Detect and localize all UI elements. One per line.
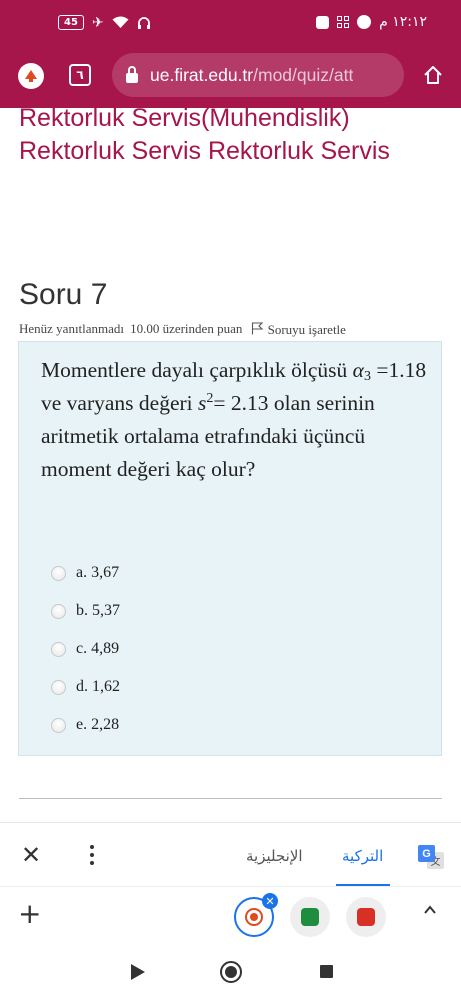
up-arrow-icon[interactable] xyxy=(422,64,444,86)
app-shortcut-icon-1 xyxy=(247,910,261,924)
category-link-2[interactable]: Rektorluk Servis Rektorluk Servis xyxy=(19,137,390,166)
alpha-symbol: α xyxy=(352,358,364,382)
question-meta: Henüz yanıtlanmadı 10.00 üzerinden puan … xyxy=(19,321,346,338)
answer-option-e[interactable]: e. 2,28 xyxy=(51,706,120,744)
question-status: Henüz yanıtlanmadı xyxy=(19,321,125,336)
google-translate-icon[interactable]: 文 G xyxy=(418,845,444,869)
system-nav-bar xyxy=(0,946,461,1000)
headphones-icon xyxy=(137,16,150,29)
status-bar: 45 ✈ ١٢:١٢ م xyxy=(0,0,461,46)
lock-icon xyxy=(126,65,138,83)
question-points: 10.00 üzerinden puan xyxy=(130,321,243,336)
more-icon[interactable] xyxy=(90,845,94,869)
chevron-up-icon[interactable] xyxy=(423,903,437,917)
answer-label-a[interactable]: a. 3,67 xyxy=(76,564,119,582)
answer-radio-d[interactable] xyxy=(51,679,66,695)
app-shortcut-active[interactable]: ✕ xyxy=(234,893,278,937)
answer-list: a. 3,67 b. 5,37 c. 4,89 d. 1,62 e. 2,28 xyxy=(51,554,120,744)
wifi-icon xyxy=(112,16,129,28)
address-bar[interactable]: ue.firat.edu.tr/mod/quiz/att xyxy=(112,53,404,97)
answer-label-c[interactable]: c. 4,89 xyxy=(76,640,119,658)
url-host: ue.firat.edu.tr xyxy=(150,64,254,85)
alpha-subscript: 3 xyxy=(363,369,371,384)
browser-toolbar: ٦ ue.firat.edu.tr/mod/quiz/att xyxy=(0,46,461,108)
status-right-icons: ١٢:١٢ م xyxy=(316,14,427,30)
question-text: Momentlere dayalı çarpıklık ölçüsü α3 =1… xyxy=(41,354,431,486)
answer-radio-e[interactable] xyxy=(51,717,66,733)
battery-icon: 45 xyxy=(58,15,84,30)
question-text-part1: Momentlere dayalı çarpıklık ölçüsü xyxy=(41,358,348,382)
answer-radio-a[interactable] xyxy=(51,565,66,581)
lang-option-english[interactable]: الإنجليزية xyxy=(246,847,303,865)
close-badge-icon[interactable]: ✕ xyxy=(262,893,278,909)
answer-option-d[interactable]: d. 1,62 xyxy=(51,668,120,706)
recents-icon[interactable] xyxy=(320,965,333,978)
home-icon[interactable] xyxy=(18,63,44,89)
browser-top-chrome: 45 ✈ ١٢:١٢ م ٦ ue.firat.edu.tr/mod/quiz/… xyxy=(0,0,461,108)
translate-bar: ✕ الإنجليزية التركية 文 G xyxy=(0,822,461,887)
page-content: Rektorluk Servis(Muhendislik) Rektorluk … xyxy=(0,108,461,822)
question-title: Soru 7 xyxy=(19,278,108,311)
qr-icon xyxy=(337,16,350,28)
tab-switcher-button[interactable]: ٦ xyxy=(69,64,91,86)
app-shortcut-2[interactable] xyxy=(290,897,330,937)
home-nav-icon[interactable] xyxy=(220,961,242,983)
app-shortcut-3[interactable] xyxy=(346,897,386,937)
answer-option-b[interactable]: b. 5,37 xyxy=(51,592,120,630)
answer-option-c[interactable]: c. 4,89 xyxy=(51,630,120,668)
close-icon[interactable]: ✕ xyxy=(21,841,41,869)
category-link[interactable]: Rektorluk Servis(Muhendislik) xyxy=(19,108,350,133)
app-shortcut-icon-2 xyxy=(301,908,319,926)
flag-icon xyxy=(252,322,264,335)
divider xyxy=(19,798,442,799)
flag-question-label: Soruyu işaretle xyxy=(267,322,346,337)
clock: ١٢:١٢ م xyxy=(379,14,427,30)
plus-icon[interactable]: + xyxy=(18,897,41,930)
answer-label-b[interactable]: b. 5,37 xyxy=(76,602,120,620)
answer-label-d[interactable]: d. 1,62 xyxy=(76,678,120,696)
flag-question-button[interactable]: Soruyu işaretle xyxy=(248,321,346,338)
url-text: ue.firat.edu.tr/mod/quiz/att xyxy=(150,65,353,86)
answer-radio-c[interactable] xyxy=(51,641,66,657)
question-box: Momentlere dayalı çarpıklık ölçüsü α3 =1… xyxy=(18,341,442,756)
airplane-icon: ✈ xyxy=(92,14,104,31)
back-icon[interactable] xyxy=(131,964,145,980)
app-shortcut-icon-3 xyxy=(357,908,375,926)
lang-option-turkish[interactable]: التركية xyxy=(342,847,383,865)
sim-icon xyxy=(316,15,330,29)
answer-label-e[interactable]: e. 2,28 xyxy=(76,716,119,734)
question-text-part3: = 2.13 xyxy=(213,391,269,415)
answer-option-a[interactable]: a. 3,67 xyxy=(51,554,120,592)
url-path: /mod/quiz/att xyxy=(253,64,354,85)
status-left-icons: 45 ✈ xyxy=(58,15,151,30)
whatsapp-icon xyxy=(357,15,372,29)
answer-radio-b[interactable] xyxy=(51,603,66,619)
bottom-toolbar: + ✕ xyxy=(0,886,461,946)
